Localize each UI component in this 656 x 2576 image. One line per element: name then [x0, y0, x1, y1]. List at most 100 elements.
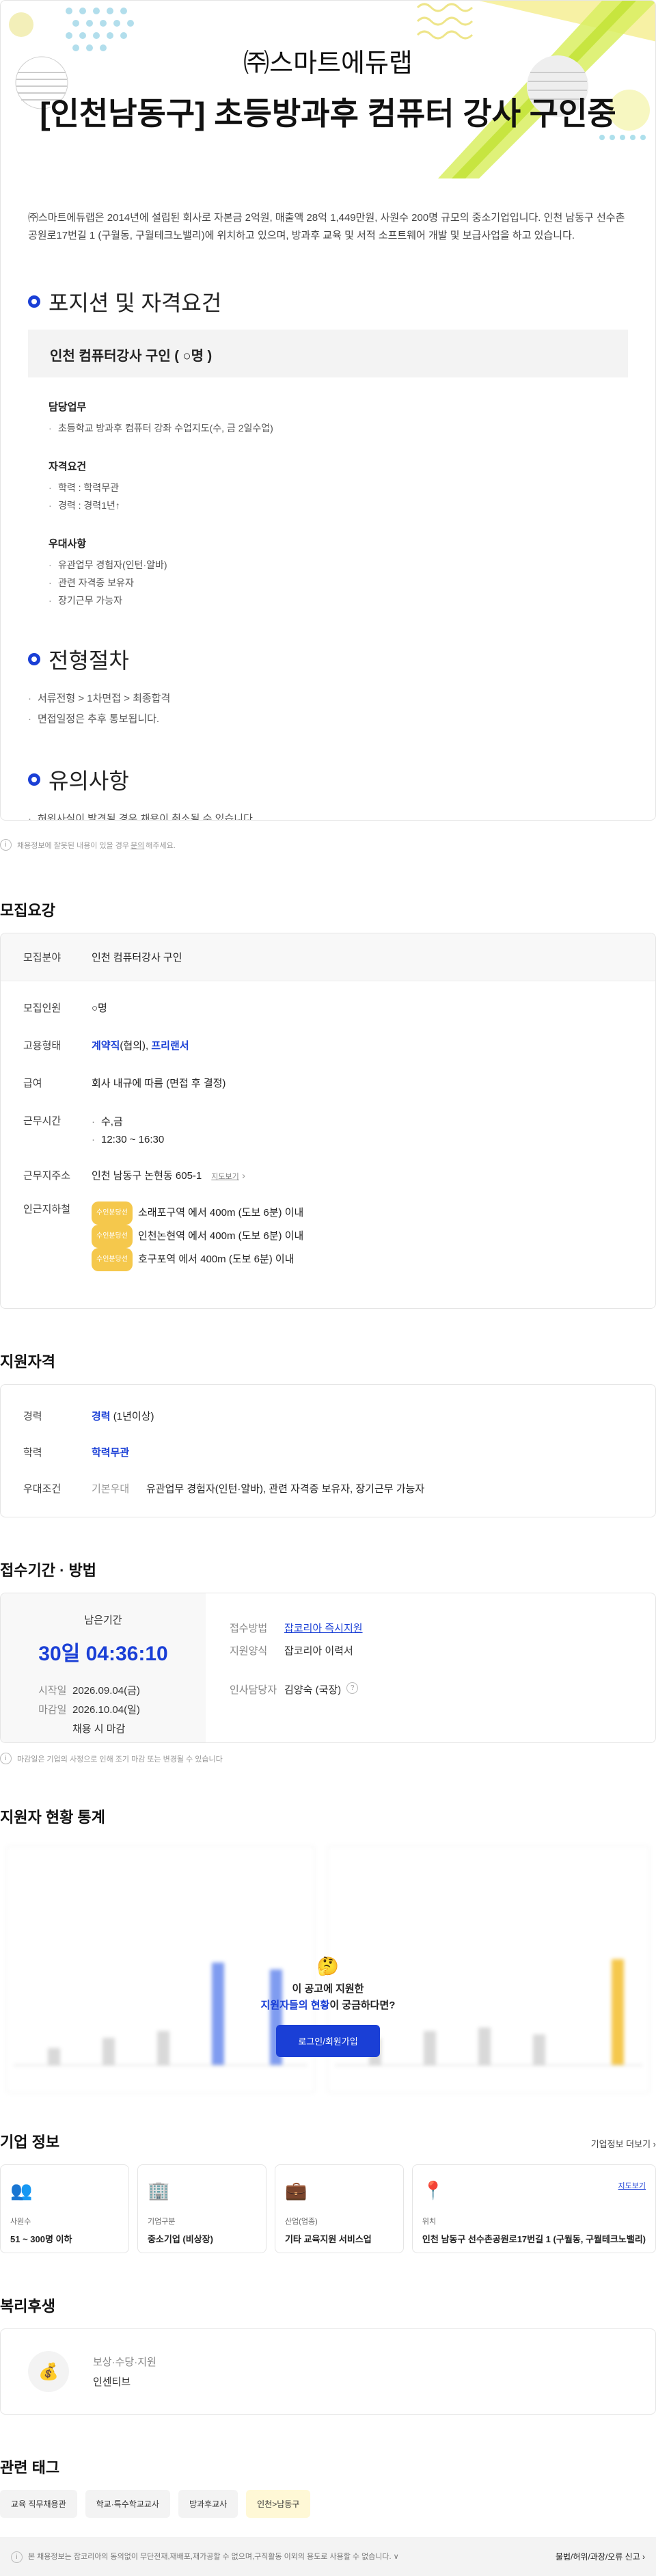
list-item: 초등학교 방과후 컴퓨터 강좌 수업지도(수, 금 2일수업)	[49, 419, 607, 437]
address-value: 인천 남동구 논현동 605-1	[92, 1170, 202, 1182]
section-bullet-icon	[28, 653, 40, 665]
period-notice: i 마감일은 기업의 사정으로 인해 조기 마감 또는 변경될 수 있습니다	[0, 1743, 656, 1764]
period-note-text: 마감일은 기업의 사정으로 인해 조기 마감 또는 변경될 수 있습니다	[17, 1755, 223, 1764]
tags-title: 관련 태그	[0, 2459, 60, 2476]
end-note: 채용 시 마감	[72, 1723, 126, 1735]
hero-banner: ㈜스마트에듀랩 [인천남동구] 초등방과후 컴퓨터 강사 구인중	[1, 1, 655, 185]
method-row: 접수방법 잡코리아 즉시지원	[230, 1621, 364, 1635]
card-value: 중소기업 (비상장)	[147, 2234, 213, 2244]
info-icon: i	[0, 1753, 12, 1764]
list-item: 학력 : 학력무관	[49, 479, 607, 496]
row-label: 접수방법	[230, 1623, 268, 1634]
form-row: 지원양식 잡코리아 이력서	[230, 1643, 364, 1658]
report-link[interactable]: 불법/허위/과장/오류 신고 ›	[556, 2551, 645, 2562]
section-bullet-icon	[28, 295, 40, 308]
period-title: 접수기간 · 방법	[0, 1562, 96, 1579]
apply-method-link[interactable]: 잡코리아 즉시지원	[284, 1621, 363, 1635]
process-heading-text: 전형절차	[49, 648, 129, 673]
map-link[interactable]: 지도보기	[618, 2180, 646, 2191]
tag-chip[interactable]: 방과후교사	[178, 2490, 238, 2518]
positions-heading-text: 포지션 및 자격요건	[49, 291, 222, 315]
building-icon: 🏢	[147, 2180, 170, 2201]
notice-text-end: 해주세요.	[146, 841, 176, 850]
tag-chip[interactable]: 학교·특수학교교사	[85, 2490, 170, 2518]
caution-heading-text: 유의사항	[49, 769, 129, 793]
question-line-2: 이 궁금하다면?	[329, 2000, 396, 2011]
education-row: 학력 학력무관	[1, 1445, 655, 1459]
map-link[interactable]: 지도보기	[211, 1173, 238, 1181]
stats-blurred-area: 🤔 이 공고에 지원한 지원자들의 현황이 궁금하다면? 로그인/회원가입	[0, 1840, 656, 2099]
duties-group: 담당업무 초등학교 방과후 컴퓨터 강좌 수업지도(수, 금 2일수업)	[1, 399, 655, 437]
hours-row: 근무시간 수,금 12:30 ~ 16:30	[1, 1113, 655, 1149]
question-highlight: 지원자들의 현황	[260, 2000, 330, 2011]
position-title-box: 인천 컴퓨터강사 구인 ( ○명 )	[28, 330, 628, 377]
row-label: 모집인원	[23, 1002, 62, 1014]
list-item: 12:30 ~ 16:30	[92, 1131, 164, 1149]
card-value: 51 ~ 300명 이하	[10, 2234, 72, 2244]
experience-row: 경력 경력 (1년이상)	[1, 1409, 655, 1423]
list-item: 서류전형 > 1차면접 > 최종합격	[28, 689, 628, 709]
count-row: 모집인원 ○명	[1, 1000, 655, 1015]
chevron-right-icon: ›	[241, 1170, 245, 1182]
metro-line-badge: 수인분당선	[92, 1201, 133, 1225]
row-label: 인사담당자	[230, 1684, 277, 1696]
employee-count-card: 👥 사원수 51 ~ 300명 이하	[0, 2164, 129, 2253]
list-item: 관련 자격증 보유자	[49, 574, 607, 592]
info-icon: i	[0, 839, 12, 851]
briefcase-icon: 💼	[284, 2180, 308, 2201]
notice-text: 채용정보에 잘못된 내용이 있을 경우	[17, 841, 130, 850]
row-label: 지원양식	[230, 1645, 268, 1657]
tag-chip[interactable]: 인천>남동구	[246, 2490, 311, 2518]
group-title: 자격요건	[49, 461, 87, 473]
card-label: 기업구분	[147, 2218, 176, 2226]
subway-row: 인근지하철 수인분당선 소래포구역 에서 400m (도보 6분) 이내 수인분당…	[1, 1201, 655, 1271]
card-value: 인천 남동구 선수촌공원로17번길 1 (구월동, 구월테크노밸리)	[422, 2234, 646, 2244]
row-label: 모집분야	[23, 952, 62, 964]
summary-panel: 모집분야 인천 컴퓨터강사 구인 모집인원 ○명 고용형태 계약직(협의), 프…	[0, 933, 656, 1309]
card-label: 산업(업종)	[284, 2218, 318, 2226]
salary-row: 급여 회사 내규에 따름 (면접 후 결정)	[1, 1076, 655, 1090]
remaining-time: 30일 04:36:10	[38, 1643, 168, 1665]
login-prompt: 🤔 이 공고에 지원한 지원자들의 현황이 궁금하다면? 로그인/회원가입	[0, 1956, 656, 2057]
row-label: 학력	[23, 1447, 42, 1459]
location-pin-icon: 📍	[422, 2180, 445, 2201]
login-question: 이 공고에 지원한 지원자들의 현황이 궁금하다면?	[0, 1981, 656, 2014]
company-cards: 👥 사원수 51 ~ 300명 이하 🏢 기업구분 중소기업 (비상장) 💼 산…	[0, 2164, 656, 2253]
summary-title: 모집요강	[0, 902, 55, 919]
company-intro: ㈜스마트에듀랩은 2014년에 설립된 회사로 자본금 2억원, 매출액 28억…	[28, 212, 625, 241]
list-item: 면접일정은 추후 통보됩니다.	[28, 709, 628, 730]
subway-item: 수인분당선 인천논현역 에서 400m (도보 6분) 이내	[92, 1225, 303, 1248]
group-title: 담당업무	[49, 401, 87, 413]
type-freelance: 프리랜서	[151, 1040, 189, 1052]
job-description-card: ㈜스마트에듀랩 [인천남동구] 초등방과후 컴퓨터 강사 구인중 ㈜스마트에듀랩…	[0, 0, 656, 821]
manager-value: 김양숙 (국장)	[284, 1684, 342, 1696]
count-value: ○명	[92, 1002, 107, 1014]
qualification-panel: 경력 경력 (1년이상) 학력 학력무관 우대조건 기본우대 유관업무 경험자(…	[0, 1384, 656, 1517]
login-button[interactable]: 로그인/회원가입	[276, 2025, 380, 2057]
salary-value: 회사 내규에 따름 (면접 후 결정)	[92, 1078, 226, 1089]
row-label: 급여	[23, 1078, 42, 1089]
inquiry-link[interactable]: 문의	[131, 840, 144, 851]
row-label: 근무시간	[23, 1115, 62, 1127]
process-list: 서류전형 > 1차면접 > 최종합격 면접일정은 추후 통보됩니다.	[1, 689, 655, 730]
group-title: 우대사항	[49, 538, 87, 550]
money-bag-icon: 💰	[28, 2351, 69, 2392]
row-label: 우대조건	[23, 1483, 62, 1495]
subway-item: 수인분당선 호구포역 에서 400m (도보 6분) 이내	[92, 1248, 303, 1271]
subway-text: 인천논현역 에서 400m (도보 6분) 이내	[138, 1230, 304, 1242]
start-date: 2026.09.04(금)	[72, 1685, 140, 1697]
preference-value: 유관업무 경험자(인턴·알바), 관련 자격증 보유자, 장기근무 가능자	[146, 1483, 425, 1495]
list-item: 유관업무 경험자(인턴·알바)	[49, 556, 607, 574]
copyright-notice[interactable]: i 본 채용정보는 잡코리아의 동의없이 무단전재,재배포,재가공할 수 없으며,…	[11, 2551, 399, 2563]
field-row: 모집분야 인천 컴퓨터강사 구인	[1, 933, 655, 981]
tag-chip[interactable]: 교육 직무채용관	[0, 2490, 77, 2518]
company-more-link[interactable]: 기업정보 더보기 ›	[591, 2137, 656, 2150]
experience-value: 경력	[92, 1411, 111, 1422]
subway-item: 수인분당선 소래포구역 에서 400m (도보 6분) 이내	[92, 1201, 303, 1225]
welfare-value: 인센티브	[93, 2376, 131, 2388]
info-icon[interactable]: ?	[346, 1682, 359, 1694]
list-item: 장기근무 가능자	[49, 592, 607, 609]
list-item: 허위사실이 발견될 경우 채용이 취소될 수 있습니다.	[28, 809, 628, 820]
industry-card: 💼 산업(업종) 기타 교육지원 서비스업	[274, 2164, 404, 2253]
education-value: 학력무관	[92, 1447, 130, 1459]
